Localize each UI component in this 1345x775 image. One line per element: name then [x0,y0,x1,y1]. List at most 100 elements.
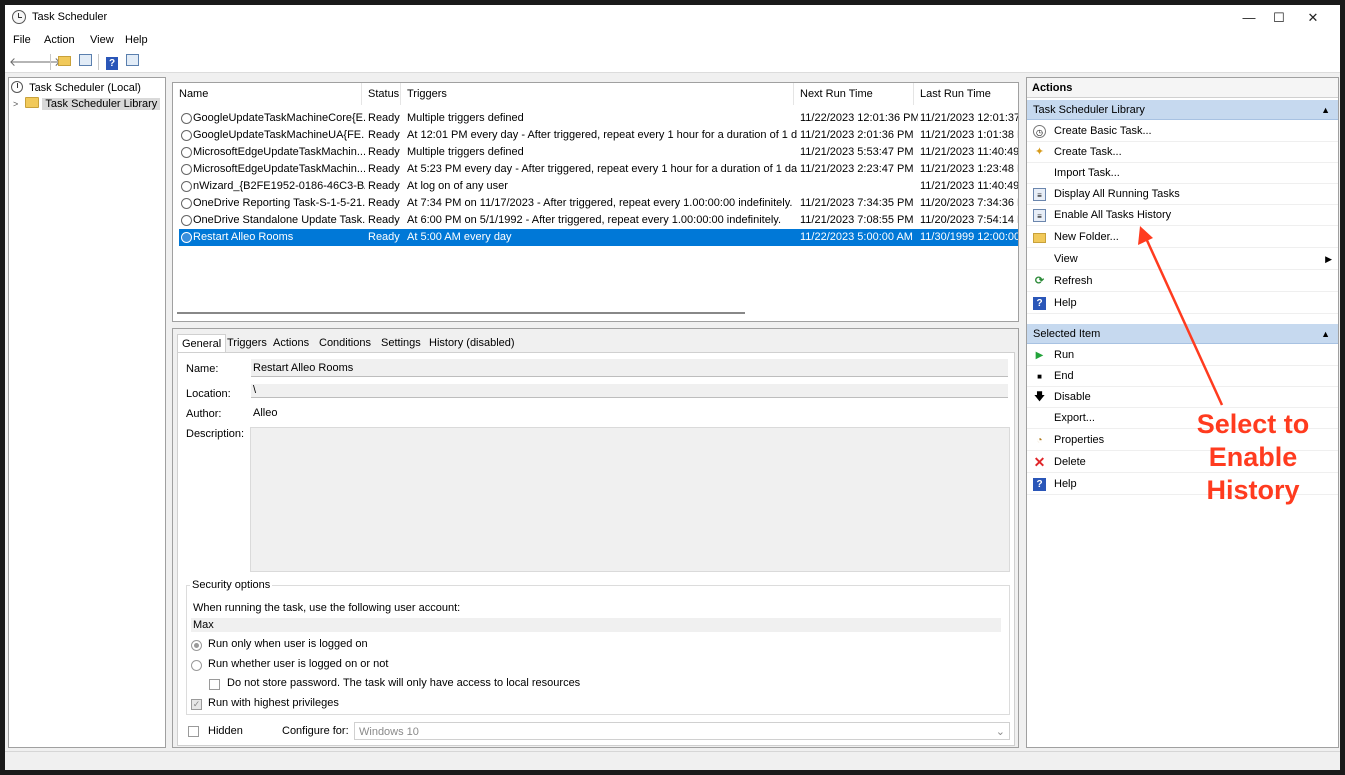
action-create-task[interactable]: ✦ Create Task... [1027,142,1338,163]
back-arrow-icon[interactable]: 🡐 [9,54,41,70]
section-title: Selected Item [1033,328,1101,340]
location-field[interactable]: \ [251,384,1008,398]
window-frame: Task Scheduler — ☐ ✕ File Action View He… [0,0,1345,775]
disable-icon: 🡇 [1033,391,1046,403]
actions-header: Actions [1027,78,1338,98]
collapse-caret-icon[interactable]: ▲ [1321,324,1330,344]
tab-conditions[interactable]: Conditions [315,334,375,352]
radio-run-only-logged-on-label: Run only when user is logged on [208,638,368,650]
tab-history[interactable]: History (disabled) [425,334,519,352]
column-header-triggers[interactable]: Triggers [401,83,794,105]
expand-chevron-icon[interactable]: > [13,99,18,109]
help-icon: ? [1033,297,1046,310]
action-refresh[interactable]: ⟳ Refresh [1027,271,1338,292]
table-row[interactable]: MicrosoftEdgeUpdateTaskMachin... Ready A… [179,161,1018,178]
running-tasks-icon: ≡ [1033,188,1046,201]
show-hide-console-tree-icon[interactable] [77,54,93,70]
table-row[interactable]: GoogleUpdateTaskMachineUA{FE... Ready At… [179,127,1018,144]
action-enable-all-tasks-history[interactable]: ≡ Enable All Tasks History [1027,205,1338,226]
tree-item-task-scheduler-local[interactable]: Task Scheduler (Local) [11,80,144,96]
toolbar: 🡐 🡒 ? [5,51,1340,73]
author-field[interactable]: Alleo [251,404,1008,422]
delete-icon: ✕ [1033,454,1046,470]
section-selected-item[interactable]: Selected Item ▲ [1027,324,1338,344]
action-view[interactable]: View ▶ [1027,249,1338,270]
clock-icon [11,81,23,93]
tab-actions[interactable]: Actions [269,334,313,352]
security-options-title: Security options [190,579,273,591]
section-title: Task Scheduler Library [1033,104,1145,116]
create-basic-task-icon: ◷ [1033,125,1046,138]
configure-for-dropdown[interactable]: Windows 10 ⌄ [354,722,1010,740]
action-disable[interactable]: 🡇 Disable [1027,387,1338,408]
checkbox-do-not-store-password-label: Do not store password. The task will onl… [227,677,581,689]
action-help-library[interactable]: ? Help [1027,293,1338,314]
help-icon[interactable]: ? [104,54,120,70]
task-details-pane: General Triggers Actions Conditions Sett… [172,328,1019,748]
menu-file[interactable]: File [13,34,31,46]
run-icon: ▶ [1035,350,1044,361]
task-list: Name Status Triggers Next Run Time Last … [172,82,1019,322]
action-import-task[interactable]: Import Task... [1027,163,1338,184]
annotation-text: Select to Enable History [1196,409,1310,505]
folder-clock-icon [25,97,40,108]
tree-item-label: Task Scheduler (Local) [29,82,141,94]
action-display-all-running-tasks[interactable]: ≡ Display All Running Tasks [1027,184,1338,205]
radio-run-only-logged-on[interactable] [191,640,202,651]
horizontal-scrollbar[interactable] [177,312,745,314]
chevron-down-icon: ⌄ [995,726,1005,738]
table-row[interactable]: OneDrive Reporting Task-S-1-5-21... Read… [179,195,1018,212]
description-field[interactable] [250,427,1010,572]
column-header-name[interactable]: Name [173,83,362,105]
up-folder-icon[interactable] [56,54,72,70]
menu-bar: File Action View Help [5,30,1340,51]
title-bar: Task Scheduler — ☐ ✕ [5,5,1340,30]
table-row-selected[interactable]: Restart Alleo Rooms Ready At 5:00 AM eve… [179,229,1018,246]
close-button[interactable]: ✕ [1290,5,1336,30]
column-header-last-run-time[interactable]: Last Run Time [914,83,1018,105]
radio-run-whether-logged-on[interactable] [191,660,202,671]
radio-run-whether-logged-on-label: Run whether user is logged on or not [208,658,389,670]
task-scheduler-window: Task Scheduler — ☐ ✕ File Action View He… [5,5,1340,770]
tab-general[interactable]: General [177,334,227,352]
toolbar-separator [50,54,51,70]
console-tree: Task Scheduler (Local) > Task Scheduler … [8,77,166,748]
location-label: Location: [186,388,231,400]
checkbox-do-not-store-password[interactable] [209,679,220,690]
folder-icon [1033,231,1046,244]
help-icon: ? [1033,478,1046,491]
checkbox-hidden[interactable] [188,726,199,737]
table-row[interactable]: nWizard_{B2FE1952-0186-46C3-BA... Ready … [179,178,1018,195]
action-end[interactable]: ■ End [1027,366,1338,387]
show-action-pane-icon[interactable] [124,54,140,70]
action-create-basic-task[interactable]: ◷ Create Basic Task... [1027,121,1338,142]
name-field[interactable]: Restart Alleo Rooms [251,359,1008,377]
table-row[interactable]: MicrosoftEdgeUpdateTaskMachin... Ready M… [179,144,1018,161]
checkbox-highest-privileges[interactable]: ✓ [191,699,202,710]
section-task-scheduler-library[interactable]: Task Scheduler Library ▲ [1027,100,1338,120]
author-label: Author: [186,408,222,420]
description-label: Description: [186,428,245,440]
menu-action[interactable]: Action [44,34,75,46]
column-header-status[interactable]: Status [362,83,401,105]
table-row[interactable]: OneDrive Standalone Update Task... Ready… [179,212,1018,229]
status-bar [5,751,1340,770]
submenu-arrow-icon: ▶ [1325,254,1332,264]
action-run[interactable]: ▶ Run [1027,345,1338,366]
task-scheduler-clock-icon [12,10,26,24]
menu-view[interactable]: View [90,34,114,46]
column-header-next-run-time[interactable]: Next Run Time [794,83,914,105]
tab-triggers[interactable]: Triggers [223,334,271,352]
tree-item-task-scheduler-library[interactable]: > Task Scheduler Library [13,96,161,112]
configure-for-label: Configure for: [282,725,349,737]
configure-for-value: Windows 10 [359,726,419,738]
collapse-caret-icon[interactable]: ▲ [1321,100,1330,120]
account-prompt: When running the task, use the following… [193,602,461,614]
action-new-folder[interactable]: New Folder... [1027,227,1338,248]
forward-arrow-icon[interactable]: 🡒 [29,54,61,70]
tab-settings[interactable]: Settings [377,334,425,352]
history-icon: ≡ [1033,209,1046,222]
table-row[interactable]: GoogleUpdateTaskMachineCore{E... Ready M… [179,110,1018,127]
tree-item-label: Task Scheduler Library [42,98,161,110]
menu-help[interactable]: Help [125,34,148,46]
